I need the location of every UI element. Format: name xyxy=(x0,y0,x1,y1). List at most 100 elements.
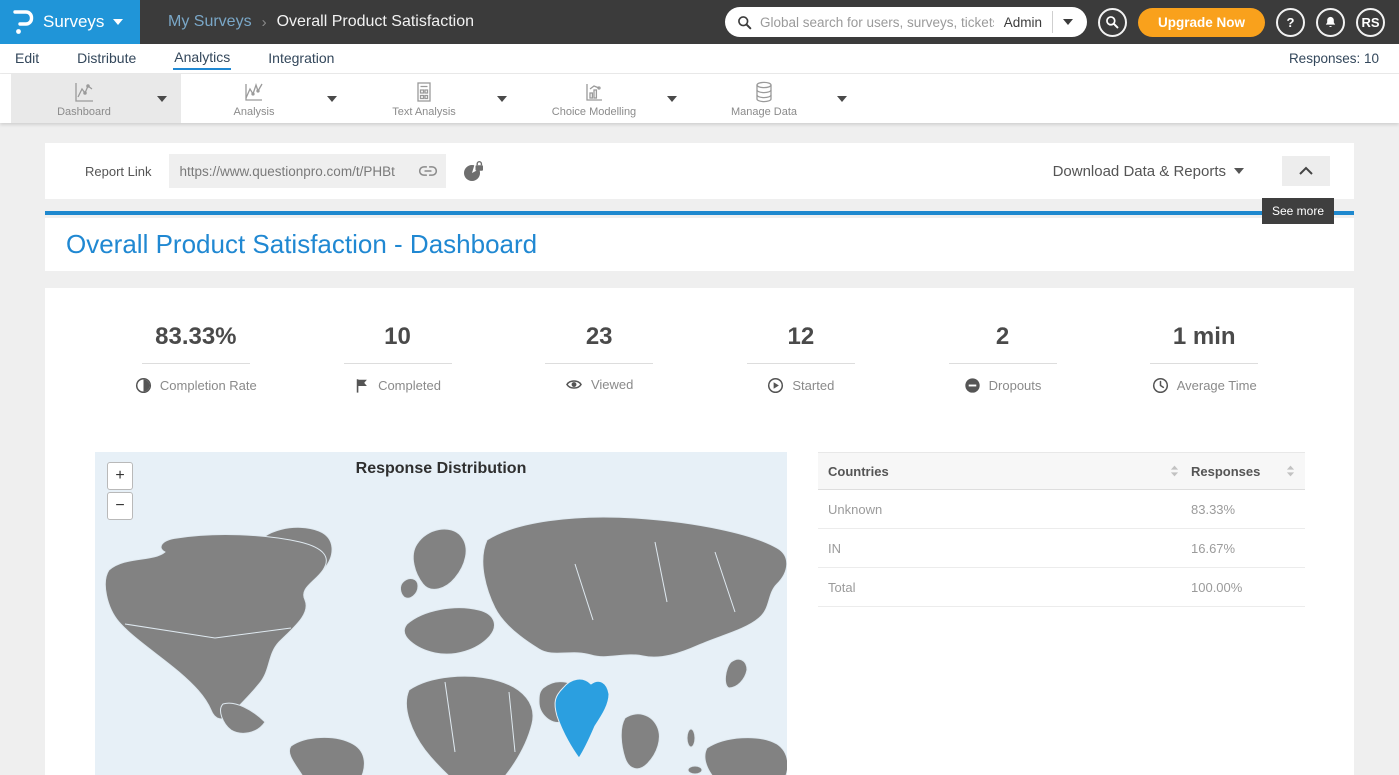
stat-label-row: Started xyxy=(767,377,834,394)
page-title: Overall Product Satisfaction - Dashboard xyxy=(66,229,537,260)
response-distribution-map[interactable]: Response Distribution + − xyxy=(95,452,787,775)
toolbar-item-label: Text Analysis xyxy=(392,106,456,118)
stat-divider xyxy=(949,363,1057,364)
tab-distribute[interactable]: Distribute xyxy=(76,48,137,69)
search-scope: Admin xyxy=(994,11,1083,33)
responses-cell: 16.67% xyxy=(1191,541,1295,556)
countries-table: Countries Responses Unknown 83.33% xyxy=(818,452,1305,775)
stat-started: 12 Started xyxy=(700,322,902,452)
stat-divider xyxy=(344,363,452,364)
clock-icon xyxy=(1152,377,1169,394)
map-zoom-controls: + − xyxy=(107,462,133,520)
choice-modelling-caret-icon[interactable] xyxy=(667,96,691,102)
breadcrumb-my-surveys[interactable]: My Surveys xyxy=(168,13,252,31)
stat-value: 1 min xyxy=(1173,322,1236,352)
notifications-button[interactable] xyxy=(1316,8,1345,37)
chevron-up-icon xyxy=(1298,166,1314,176)
viz-row: Response Distribution + − xyxy=(95,452,1305,775)
philippines-shape xyxy=(687,729,695,747)
toolbar-item-label: Analysis xyxy=(234,106,275,118)
stat-label: Completion Rate xyxy=(160,378,257,393)
database-icon xyxy=(752,80,776,104)
toolbar-item-dashboard[interactable]: Dashboard xyxy=(11,74,181,123)
australia-shape xyxy=(705,738,787,775)
tab-analytics[interactable]: Analytics xyxy=(173,47,231,70)
stat-value: 2 xyxy=(996,322,1009,352)
country-cell: Total xyxy=(828,580,1191,595)
caret-down-icon xyxy=(113,19,123,25)
surveys-product-switcher[interactable]: Surveys xyxy=(0,0,140,44)
responses-cell: 100.00% xyxy=(1191,580,1295,595)
stat-value: 23 xyxy=(586,322,613,352)
advanced-search-button[interactable] xyxy=(1098,8,1127,37)
column-label: Responses xyxy=(1191,464,1260,479)
link-icon[interactable] xyxy=(418,164,438,178)
text-analysis-caret-icon[interactable] xyxy=(497,96,521,102)
column-header-countries[interactable]: Countries xyxy=(828,464,1191,479)
asia-shape xyxy=(483,517,787,657)
stat-label: Completed xyxy=(378,378,441,393)
toolbar-item-label: Choice Modelling xyxy=(552,106,636,118)
stat-value: 10 xyxy=(384,322,411,352)
stat-value: 12 xyxy=(788,322,815,352)
india-highlighted-shape[interactable] xyxy=(555,679,609,758)
stat-completion-rate: 83.33% Completion Rate xyxy=(95,322,297,452)
product-name: Surveys xyxy=(43,12,104,32)
tab-integration[interactable]: Integration xyxy=(267,48,335,69)
toolbar-item-label: Manage Data xyxy=(731,106,797,118)
toolbar-item-choice-modelling[interactable]: Choice Modelling xyxy=(521,74,691,123)
island-shape xyxy=(688,766,702,774)
sort-icon[interactable] xyxy=(1170,465,1179,477)
toolbar-item-text-analysis[interactable]: Text Analysis xyxy=(351,74,521,123)
world-map[interactable] xyxy=(95,452,787,775)
stat-average-time: 1 min Average Time xyxy=(1103,322,1305,452)
sort-icon[interactable] xyxy=(1286,465,1295,477)
manage-data-tool: Manage Data xyxy=(691,80,837,118)
table-row: Total 100.00% xyxy=(818,568,1305,607)
choice-modelling-icon xyxy=(582,80,606,104)
dashboard-caret-icon[interactable] xyxy=(157,96,181,102)
stat-divider xyxy=(1150,363,1258,364)
download-data-reports-dropdown[interactable]: Download Data & Reports xyxy=(1053,163,1226,180)
manage-data-caret-icon[interactable] xyxy=(837,96,861,102)
analysis-tool: Analysis xyxy=(181,80,327,118)
stat-label: Started xyxy=(792,378,834,393)
responses-counter: Responses: 10 xyxy=(1289,51,1385,66)
global-search-input[interactable] xyxy=(760,15,994,30)
map-zoom-out-button[interactable]: − xyxy=(107,492,133,520)
choice-modelling-tool: Choice Modelling xyxy=(521,80,667,118)
stat-divider xyxy=(142,363,250,364)
toolbar-item-analysis[interactable]: Analysis xyxy=(181,74,351,123)
breadcrumb-separator: › xyxy=(262,14,267,31)
see-more-tooltip: See more xyxy=(1262,198,1334,224)
play-circle-icon xyxy=(767,377,784,394)
download-caret-icon[interactable] xyxy=(1234,168,1244,174)
upgrade-now-button[interactable]: Upgrade Now xyxy=(1138,8,1265,37)
topbar-actions: Admin Upgrade Now ? RS xyxy=(725,7,1399,37)
report-link-label: Report Link xyxy=(85,164,151,179)
stat-label: Viewed xyxy=(591,377,633,392)
report-url-field[interactable]: https://www.questionpro.com/t/PHBt xyxy=(169,154,446,188)
country-cell: Unknown xyxy=(828,502,1191,517)
user-avatar[interactable]: RS xyxy=(1356,8,1385,37)
analysis-caret-icon[interactable] xyxy=(327,96,351,102)
map-zoom-in-button[interactable]: + xyxy=(107,462,133,490)
collapse-toolbar-button[interactable] xyxy=(1282,156,1330,186)
column-header-responses[interactable]: Responses xyxy=(1191,464,1295,479)
responses-cell: 83.33% xyxy=(1191,502,1295,517)
tab-edit[interactable]: Edit xyxy=(14,48,40,69)
stat-label-row: Viewed xyxy=(565,377,633,392)
stat-completed: 10 Completed xyxy=(297,322,499,452)
stat-divider xyxy=(747,363,855,364)
search-scope-selected[interactable]: Admin xyxy=(994,15,1052,30)
stat-viewed: 23 Viewed xyxy=(498,322,700,452)
question-mark-icon: ? xyxy=(1287,15,1295,30)
search-scope-caret-icon[interactable] xyxy=(1053,19,1083,25)
dashboard-card: 83.33% Completion Rate 10 Completed xyxy=(45,288,1354,775)
help-button[interactable]: ? xyxy=(1276,8,1305,37)
flag-icon xyxy=(354,377,370,394)
breadcrumb-current-survey: Overall Product Satisfaction xyxy=(277,13,474,31)
breadcrumb: My Surveys › Overall Product Satisfactio… xyxy=(168,13,474,31)
secure-report-icon[interactable] xyxy=(462,160,486,182)
toolbar-item-manage-data[interactable]: Manage Data xyxy=(691,74,861,123)
